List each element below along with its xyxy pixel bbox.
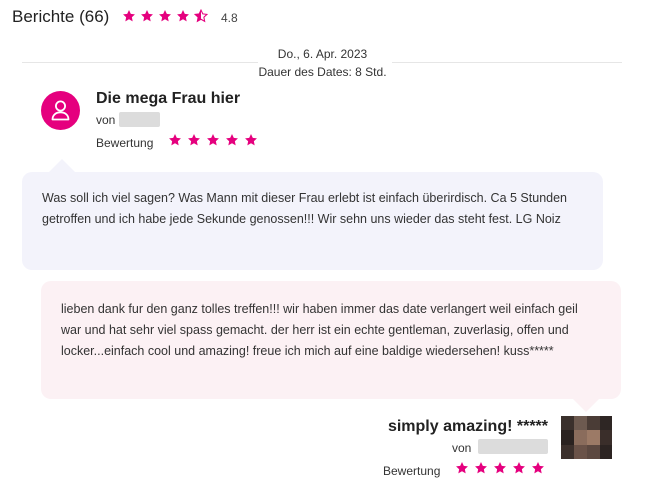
avatar	[41, 91, 80, 130]
overall-rating-value: 4.8	[221, 11, 238, 25]
reply-text: lieben dank fur den ganz tolles treffen!…	[41, 281, 621, 399]
star-icon	[455, 461, 469, 475]
divider-right	[392, 62, 622, 63]
star-icon	[168, 133, 182, 147]
reply-bubble-tail	[572, 398, 600, 412]
star-icon	[206, 133, 220, 147]
star-icon	[493, 461, 507, 475]
reply-author-label: von	[452, 441, 472, 455]
divider-left	[22, 62, 258, 63]
date-duration: Dauer des Dates: 8 Std.	[258, 65, 387, 79]
star-icon	[474, 461, 488, 475]
provider-photo	[561, 416, 612, 459]
overall-rating-stars	[122, 9, 208, 23]
reply-author-name	[478, 439, 548, 454]
star-icon	[531, 461, 545, 475]
date-date: Do., 6. Apr. 2023	[277, 47, 368, 61]
reply-rating-stars	[455, 461, 545, 475]
review-rating-stars	[168, 133, 258, 147]
star-icon	[140, 9, 154, 23]
review-title: Die mega Frau hier	[96, 90, 241, 107]
user-icon	[51, 100, 70, 121]
review-author-label: von	[96, 113, 116, 127]
star-icon	[244, 133, 258, 147]
star-icon	[158, 9, 172, 23]
review-bubble-tail	[48, 159, 76, 173]
star-icon	[187, 133, 201, 147]
review-text: Was soll ich viel sagen? Was Mann mit di…	[22, 172, 603, 270]
star-icon	[225, 133, 239, 147]
star-half-icon	[194, 9, 208, 23]
star-icon	[176, 9, 190, 23]
star-icon	[122, 9, 136, 23]
reply-title: simply amazing! *****	[387, 418, 548, 435]
reviews-heading: Berichte (66)	[12, 7, 110, 26]
review-rating-label: Bewertung	[96, 136, 154, 150]
reply-rating-label: Bewertung	[383, 464, 441, 478]
review-author-name	[119, 112, 160, 127]
star-icon	[512, 461, 526, 475]
